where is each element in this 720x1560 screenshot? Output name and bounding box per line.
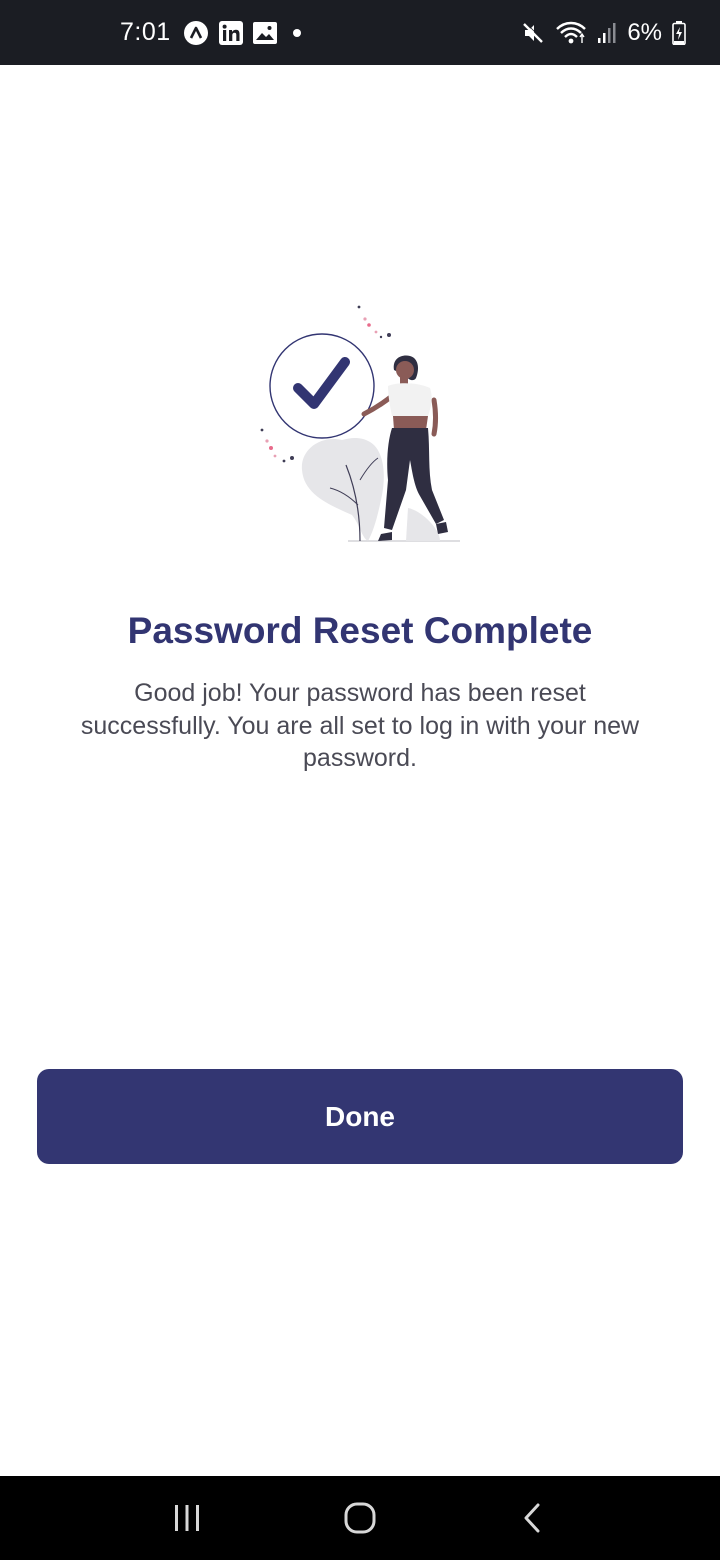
page-title: Password Reset Complete: [127, 610, 593, 651]
signal-icon: [597, 22, 617, 44]
image-icon: [252, 21, 277, 44]
success-checkmark-illustration: [250, 300, 470, 545]
wifi-icon: [555, 21, 587, 45]
status-right: 6%: [521, 19, 686, 47]
mute-icon: [521, 21, 545, 45]
battery-percent: 6%: [627, 18, 662, 46]
battery-charging-icon: [672, 20, 686, 45]
app-a-icon: [183, 20, 209, 46]
status-time: 7:01: [120, 18, 171, 46]
status-left: 7:01: [120, 18, 301, 47]
done-button[interactable]: Done: [37, 1069, 683, 1164]
home-icon[interactable]: [320, 1488, 400, 1548]
password-reset-complete-screen: 7:01 6% Password Reset Complete Good job…: [0, 0, 720, 1560]
linkedin-icon: [218, 20, 243, 45]
success-message: Good job! Your password has been reset s…: [80, 679, 640, 772]
notification-dot: [292, 28, 301, 37]
status-bar: 7:01 6%: [0, 0, 720, 65]
back-icon[interactable]: [493, 1488, 573, 1548]
recent-apps-icon[interactable]: [147, 1488, 227, 1548]
navigation-bar: [0, 1476, 720, 1560]
